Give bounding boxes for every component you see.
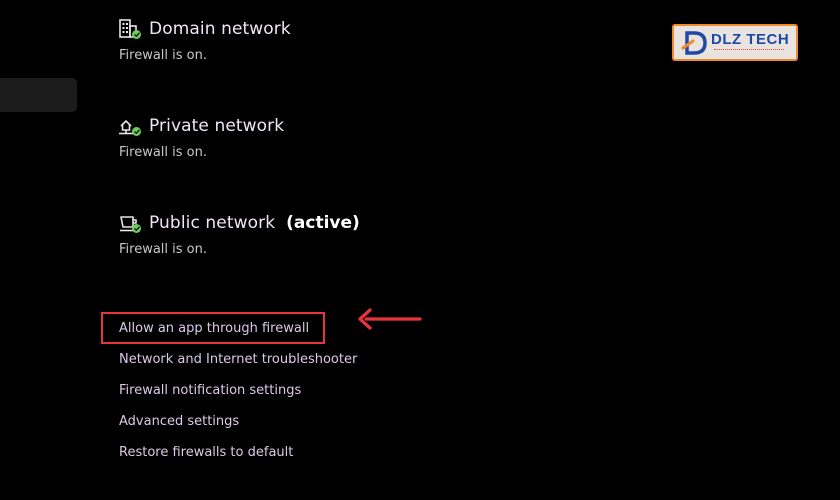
- domain-network-header: Domain network: [118, 15, 291, 43]
- public-network-title: Public network: [149, 213, 276, 233]
- dlz-logo-icon: [681, 31, 707, 55]
- public-network-status: Firewall is on.: [119, 242, 207, 257]
- domain-network-icon: [118, 18, 141, 40]
- public-network-header: Public network (active): [118, 209, 360, 237]
- troubleshooter-link[interactable]: Network and Internet troubleshooter: [119, 349, 357, 380]
- brand-logo-text: DLZ TECH: [711, 31, 790, 48]
- public-network-section[interactable]: Public network (active) Firewall is on.: [118, 209, 360, 257]
- status-check-icon: [132, 224, 141, 233]
- private-network-title: Private network: [149, 116, 285, 136]
- brand-logo: DLZ TECH: [672, 24, 798, 61]
- restore-defaults-link[interactable]: Restore firewalls to default: [119, 442, 357, 473]
- private-network-header: Private network: [118, 112, 284, 140]
- advanced-settings-link[interactable]: Advanced settings: [119, 411, 357, 442]
- active-network-badge: (active): [286, 213, 360, 233]
- notification-settings-link[interactable]: Firewall notification settings: [119, 380, 357, 411]
- domain-network-title: Domain network: [149, 19, 291, 39]
- private-network-status: Firewall is on.: [119, 145, 207, 160]
- sidebar-selected-item[interactable]: [0, 78, 77, 112]
- annotation-arrow-icon: [358, 308, 422, 330]
- private-network-section[interactable]: Private network Firewall is on.: [118, 112, 284, 160]
- domain-network-section[interactable]: Domain network Firewall is on.: [118, 15, 291, 63]
- public-network-icon: [118, 212, 141, 234]
- status-check-icon: [132, 30, 141, 39]
- firewall-settings-page: Domain network Firewall is on. Private n…: [0, 0, 840, 500]
- domain-network-status: Firewall is on.: [119, 48, 207, 63]
- private-network-icon: [118, 115, 141, 137]
- annotation-highlight-box: [101, 312, 325, 344]
- status-check-icon: [132, 127, 141, 136]
- brand-tagline-mark: [714, 49, 784, 53]
